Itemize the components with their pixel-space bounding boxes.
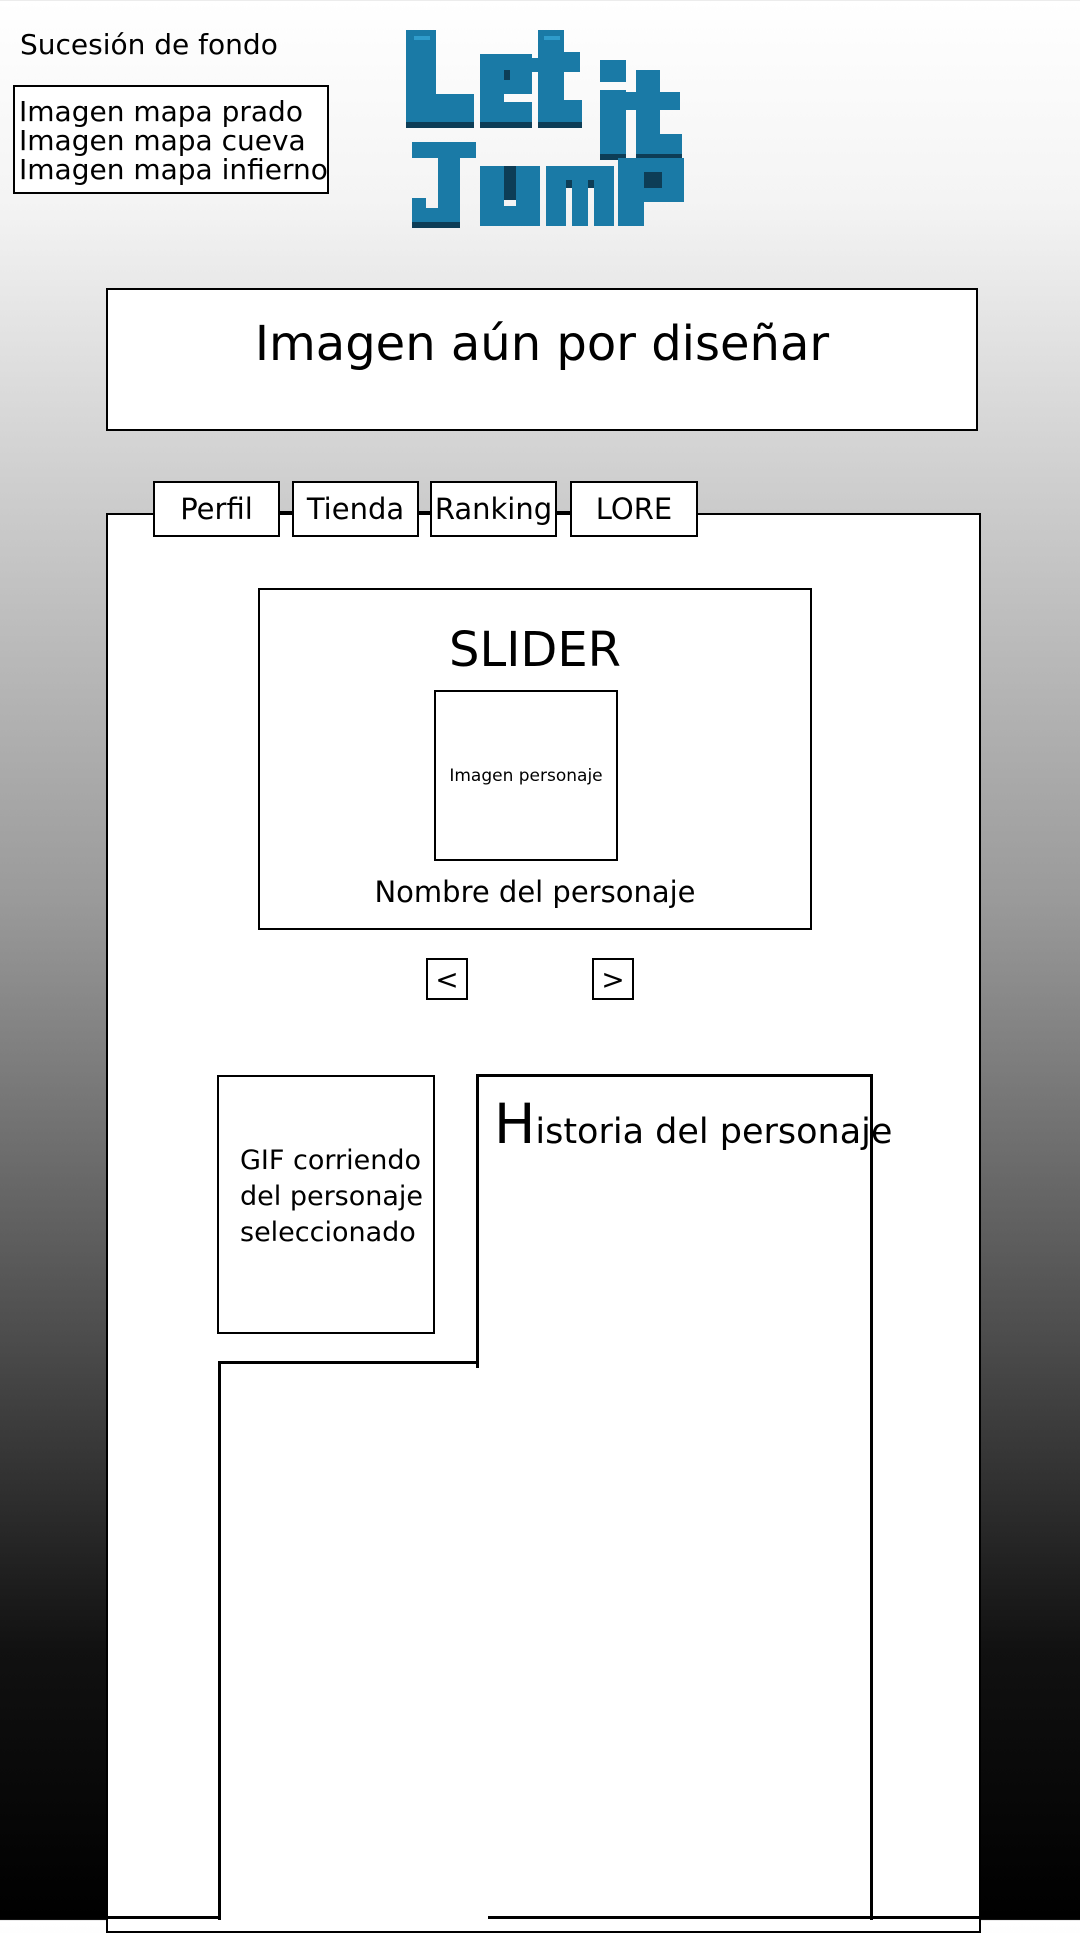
tab-perfil[interactable]: Perfil	[153, 481, 280, 537]
slider-prev-button[interactable]: <	[426, 958, 468, 1000]
story-border-top	[476, 1074, 873, 1077]
gif-line: del personaje	[240, 1181, 424, 1212]
background-item-infierno: Imagen mapa infierno	[19, 153, 328, 186]
slider-next-button[interactable]: >	[592, 958, 634, 1000]
story-title-initial: H	[494, 1092, 536, 1156]
tab-tienda[interactable]: Tienda	[292, 481, 419, 537]
tab-connector	[419, 511, 430, 514]
slider-title: SLIDER	[448, 622, 621, 678]
character-image-label: Imagen personaje	[449, 765, 603, 786]
background-sequence-list: Imagen mapa prado Imagen mapa cueva Imag…	[13, 85, 329, 194]
panel-bottom-edge	[106, 1916, 220, 1919]
tab-lore[interactable]: LORE	[570, 481, 698, 537]
story-title: Historia del personaje	[494, 1092, 892, 1156]
panel-bottom-edge	[488, 1916, 981, 1919]
tab-connector	[280, 511, 292, 514]
banner-placeholder: Imagen aún por diseñar	[106, 288, 978, 431]
character-name: Nombre del personaje	[374, 875, 696, 909]
background-item-cueva: Imagen mapa cueva	[19, 124, 306, 157]
let-it-jump-logo	[406, 30, 684, 228]
tab-ranking[interactable]: Ranking	[430, 481, 557, 537]
story-border-lower-left	[218, 1361, 221, 1920]
background-item-prado: Imagen mapa prado	[19, 95, 303, 128]
story-title-rest: istoria del personaje	[535, 1112, 893, 1152]
tab-connector	[557, 511, 570, 514]
story-border-step	[218, 1361, 479, 1364]
background-sequence-title: Sucesión de fondo	[20, 28, 278, 61]
gif-line: seleccionado	[240, 1217, 416, 1248]
character-gif: GIF corriendo del personaje seleccionado	[217, 1075, 435, 1334]
gif-line: GIF corriendo	[240, 1145, 421, 1176]
character-image: Imagen personaje	[434, 690, 618, 861]
story-border-right	[870, 1074, 873, 1920]
story-border-left	[476, 1074, 479, 1368]
banner-text: Imagen aún por diseñar	[254, 316, 830, 372]
